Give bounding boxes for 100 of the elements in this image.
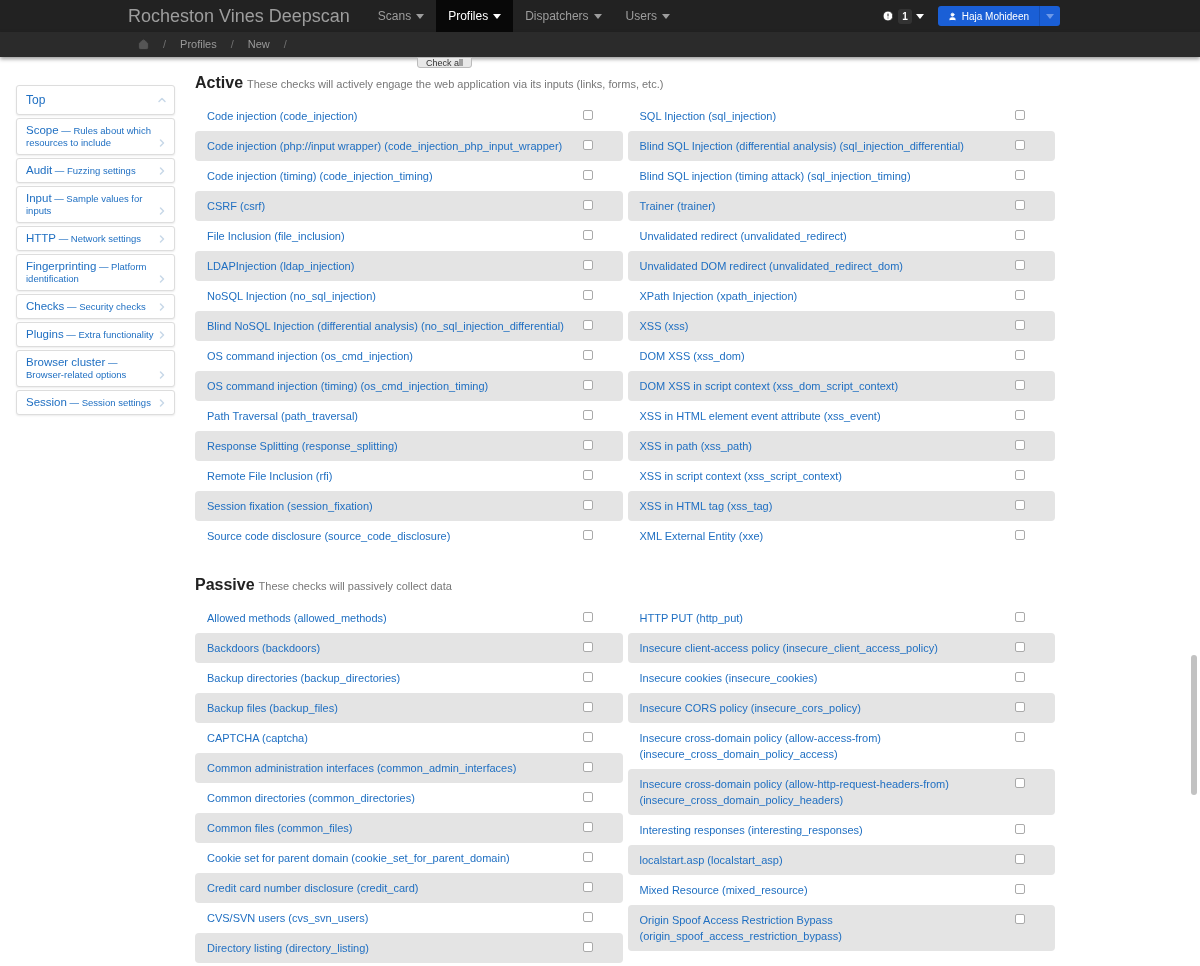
nav-menu[interactable]: Scans (365, 0, 437, 32)
checkbox[interactable] (1015, 140, 1025, 150)
check-row[interactable]: Code injection (code_injection) (195, 101, 623, 131)
check-row[interactable]: Path Traversal (path_traversal) (195, 401, 623, 431)
checkbox[interactable] (582, 380, 593, 390)
check-row[interactable]: Backup files (backup_files) (195, 693, 623, 723)
check-row[interactable]: CAPTCHA (captcha) (195, 723, 623, 753)
checkbox[interactable] (1015, 732, 1025, 742)
checkbox[interactable] (582, 882, 593, 892)
check-row[interactable]: Common files (common_files) (195, 813, 623, 843)
checkbox[interactable] (1015, 530, 1025, 540)
check-row[interactable]: Insecure CORS policy (insecure_cors_policy) (627, 693, 1055, 723)
check-row[interactable]: XSS in HTML tag (xss_tag) (627, 491, 1055, 521)
checkbox[interactable] (582, 612, 593, 622)
check-row[interactable]: XML External Entity (xxe) (627, 521, 1055, 551)
nav-menu[interactable]: Dispatchers (513, 0, 614, 32)
check-all-button[interactable]: Check all (417, 57, 472, 68)
check-row[interactable]: NoSQL Injection (no_sql_injection) (195, 281, 623, 311)
sidebar-item[interactable]: Browser cluster — Browser-related options (16, 350, 175, 387)
check-row[interactable]: Backup directories (backup_directories) (195, 663, 623, 693)
check-row[interactable]: Directory listing (directory_listing) (195, 933, 623, 963)
checkbox[interactable] (1015, 410, 1025, 420)
checkbox[interactable] (582, 200, 593, 210)
user-name-button[interactable]: Haja Mohideen (937, 6, 1039, 26)
checkbox[interactable] (582, 672, 593, 682)
checkbox[interactable] (582, 170, 593, 180)
checkbox[interactable] (582, 702, 593, 712)
checkbox[interactable] (582, 260, 593, 270)
check-row[interactable]: Unvalidated DOM redirect (unvalidated_redirect_dom) (627, 251, 1055, 281)
check-row[interactable]: Source code disclosure (source_code_disclosure) (195, 521, 623, 551)
check-row[interactable]: File Inclusion (file_inclusion) (195, 221, 623, 251)
checkbox[interactable] (582, 852, 593, 862)
check-row[interactable]: XSS in HTML element event attribute (xss_event) (627, 401, 1055, 431)
check-row[interactable]: CSRF (csrf) (195, 191, 623, 221)
checkbox[interactable] (1015, 884, 1025, 894)
checkbox[interactable] (1015, 672, 1025, 682)
check-row[interactable]: HTTP PUT (http_put) (627, 603, 1055, 633)
checkbox[interactable] (582, 792, 593, 802)
check-row[interactable]: Blind SQL Injection (differential analysis) (sql_injection_differential) (627, 131, 1055, 161)
checkbox[interactable] (582, 410, 593, 420)
check-row[interactable]: Response Splitting (response_splitting) (195, 431, 623, 461)
nav-menu[interactable]: Profiles (436, 0, 514, 32)
checkbox[interactable] (1015, 702, 1025, 712)
user-button[interactable]: Haja Mohideen (937, 6, 1060, 26)
check-row[interactable]: XPath Injection (xpath_injection) (627, 281, 1055, 311)
sidebar-item[interactable]: Audit — Fuzzing settings (16, 158, 175, 183)
checkbox[interactable] (582, 440, 593, 450)
checkbox[interactable] (1015, 500, 1025, 510)
checkbox[interactable] (1015, 612, 1025, 622)
check-row[interactable]: Insecure cross-domain policy (allow-access-from) (insecure_cross_domain_policy_access) (627, 723, 1055, 769)
check-row[interactable]: Backdoors (backdoors) (195, 633, 623, 663)
check-row[interactable]: Common directories (common_directories) (195, 783, 623, 813)
check-row[interactable]: Origin Spoof Access Restriction Bypass (origin_spoof_access_restriction_bypass) (627, 905, 1055, 951)
checkbox[interactable] (582, 762, 593, 772)
check-row[interactable]: localstart.asp (localstart_asp) (627, 845, 1055, 875)
checkbox[interactable] (582, 530, 593, 540)
checkbox[interactable] (582, 110, 593, 120)
home-icon[interactable] (138, 39, 149, 50)
checkbox[interactable] (1015, 470, 1025, 480)
checkbox[interactable] (582, 642, 593, 652)
check-row[interactable]: XSS in path (xss_path) (627, 431, 1055, 461)
checkbox[interactable] (582, 350, 593, 360)
check-row[interactable]: DOM XSS in script context (xss_dom_script_context) (627, 371, 1055, 401)
checkbox[interactable] (1015, 320, 1025, 330)
checkbox[interactable] (582, 290, 593, 300)
check-row[interactable]: Blind SQL injection (timing attack) (sql_injection_timing) (627, 161, 1055, 191)
checkbox[interactable] (1015, 290, 1025, 300)
sidebar-item[interactable]: HTTP — Network settings (16, 226, 175, 251)
checkbox[interactable] (582, 912, 593, 922)
checkbox[interactable] (1015, 230, 1025, 240)
checkbox[interactable] (1015, 778, 1025, 788)
check-row[interactable]: Allowed methods (allowed_methods) (195, 603, 623, 633)
sidebar-item[interactable]: Plugins — Extra functionality (16, 322, 175, 347)
check-row[interactable]: Interesting responses (interesting_responses) (627, 815, 1055, 845)
checkbox[interactable] (1015, 200, 1025, 210)
check-row[interactable]: Insecure cross-domain policy (allow-http-request-headers-from) (insecure_cross_domain_policy_headers) (627, 769, 1055, 815)
checkbox[interactable] (582, 320, 593, 330)
check-row[interactable]: Unvalidated redirect (unvalidated_redirect) (627, 221, 1055, 251)
sidebar-item[interactable]: Checks — Security checks (16, 294, 175, 319)
checkbox[interactable] (582, 470, 593, 480)
check-row[interactable]: OS command injection (os_cmd_injection) (195, 341, 623, 371)
check-row[interactable]: OS command injection (timing) (os_cmd_injection_timing) (195, 371, 623, 401)
sidebar-item[interactable]: Input — Sample values for inputs (16, 186, 175, 223)
checkbox[interactable] (1015, 260, 1025, 270)
check-row[interactable]: Mixed Resource (mixed_resource) (627, 875, 1055, 905)
nav-menu[interactable]: Users (613, 0, 682, 32)
check-row[interactable]: DOM XSS (xss_dom) (627, 341, 1055, 371)
check-row[interactable]: LDAPInjection (ldap_injection) (195, 251, 623, 281)
check-row[interactable]: Blind NoSQL Injection (differential analysis) (no_sql_injection_differential) (195, 311, 623, 341)
checkbox[interactable] (1015, 824, 1025, 834)
check-row[interactable]: Trainer (trainer) (627, 191, 1055, 221)
sidebar-item[interactable]: Top (16, 85, 175, 115)
check-row[interactable]: XSS in script context (xss_script_context) (627, 461, 1055, 491)
breadcrumb-link[interactable]: Profiles (180, 36, 217, 53)
breadcrumb-link[interactable]: New (247, 36, 270, 53)
brand-title[interactable]: Rocheston Vines Deepscan (128, 2, 350, 30)
check-row[interactable]: Remote File Inclusion (rfi) (195, 461, 623, 491)
check-row[interactable]: Insecure client-access policy (insecure_client_access_policy) (627, 633, 1055, 663)
checkbox[interactable] (582, 942, 593, 952)
notifications-button[interactable]: 1 (882, 8, 924, 24)
